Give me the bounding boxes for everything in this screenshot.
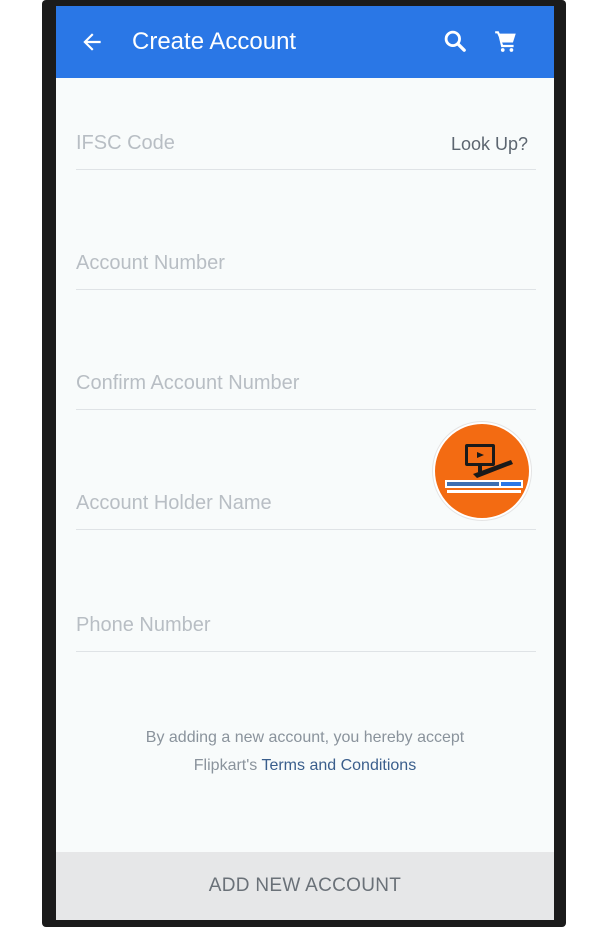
terms-text: By adding a new account, you hereby acce… (56, 724, 554, 780)
terms-line: By adding a new account, you hereby acce… (145, 729, 465, 746)
phone-number-field (76, 592, 536, 652)
account-number-input[interactable] (76, 252, 536, 275)
add-new-account-button[interactable]: ADD NEW ACCOUNT (56, 852, 554, 920)
app-screen: Create Account Look Up? (56, 6, 554, 920)
account-number-field (76, 230, 536, 290)
app-bar: Create Account (56, 6, 554, 78)
page-title: Create Account (132, 28, 297, 55)
lookup-link[interactable]: Look Up? (451, 134, 528, 155)
confirm-account-number-input[interactable] (76, 372, 536, 395)
terms-line-2: Flipkart's Terms and Conditions (56, 752, 554, 780)
channel-logo-badge (433, 422, 531, 520)
search-button[interactable] (442, 28, 468, 54)
cart-button[interactable] (493, 28, 519, 54)
phone-number-input[interactable] (76, 614, 536, 637)
confirm-account-number-field (76, 350, 536, 410)
terms-prefix: Flipkart's (193, 757, 262, 774)
terms-link[interactable]: Terms and Conditions (261, 757, 416, 774)
ifsc-field: Look Up? (76, 110, 536, 170)
back-button[interactable] (78, 28, 106, 56)
arrow-left-icon (83, 33, 101, 51)
cart-icon (495, 31, 516, 52)
search-icon (444, 30, 466, 52)
monitor-icon (445, 444, 523, 493)
